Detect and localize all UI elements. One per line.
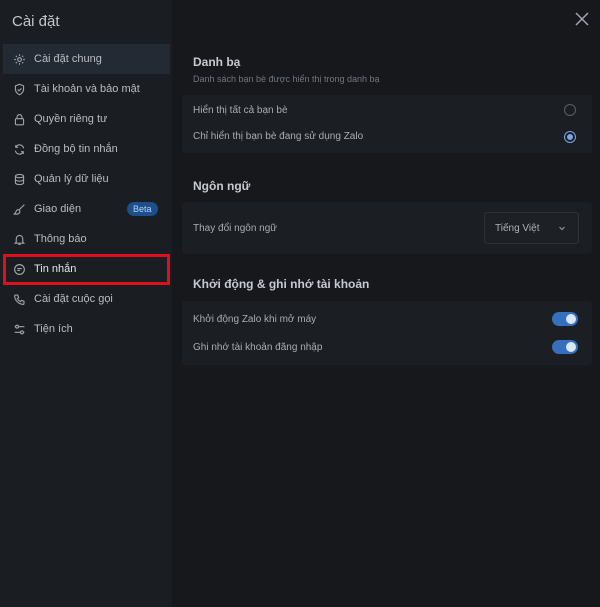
remember-login-toggle[interactable] <box>552 340 578 354</box>
sidebar-item-label: Quản lý dữ liệu <box>34 173 109 185</box>
sidebar-item-notifications[interactable]: Thông báo <box>3 224 170 254</box>
startup-section-title: Khởi động & ghi nhớ tài khoản <box>193 277 370 291</box>
launch-on-startup-label: Khởi động Zalo khi mở máy <box>193 314 317 325</box>
settings-content: Danh bạ Danh sách bạn bè được hiển thị t… <box>172 0 600 607</box>
contacts-section-title: Danh bạ <box>193 55 241 69</box>
remember-login-label: Ghi nhớ tài khoản đăng nhập <box>193 342 323 353</box>
show-all-friends-radio[interactable] <box>564 104 576 116</box>
sidebar-item-general[interactable]: Cài đặt chung <box>3 44 170 74</box>
phone-icon <box>12 292 26 306</box>
sidebar-item-label: Quyền riêng tư <box>34 113 108 125</box>
sidebar-item-data-management[interactable]: Quản lý dữ liệu <box>3 164 170 194</box>
toggle-knob <box>566 314 576 324</box>
show-all-friends-option[interactable]: Hiển thị tất cả bạn bè <box>193 105 288 116</box>
startup-card: Khởi động Zalo khi mở máy Ghi nhớ tài kh… <box>182 301 592 365</box>
chevron-down-icon <box>558 224 566 232</box>
language-select-value: Tiếng Việt <box>495 222 540 234</box>
sidebar-item-label: Thông báo <box>34 233 87 245</box>
sidebar-item-label: Tiện ích <box>34 323 73 335</box>
sidebar-item-label: Tài khoản và bảo mật <box>34 83 140 95</box>
show-zalo-friends-radio[interactable] <box>564 131 576 143</box>
language-card: Thay đổi ngôn ngữ Tiếng Việt <box>182 202 592 254</box>
change-language-label: Thay đổi ngôn ngữ <box>193 223 277 234</box>
contacts-card: Hiển thị tất cả bạn bè Chỉ hiển thị bạn … <box>182 95 592 153</box>
sidebar-item-appearance[interactable]: Giao diện Beta <box>3 194 170 224</box>
sidebar-item-label: Đồng bộ tin nhắn <box>34 143 118 155</box>
bell-icon <box>12 232 26 246</box>
settings-window: Cài đặt Cài đặt chung Tài khoản và bảo m… <box>0 0 600 607</box>
database-icon <box>12 172 26 186</box>
sidebar-item-utilities[interactable]: Tiện ích <box>3 314 170 344</box>
highlight-box <box>3 254 170 285</box>
show-zalo-friends-option[interactable]: Chỉ hiển thị bạn bè đang sử dụng Zalo <box>193 131 363 142</box>
sidebar-item-label: Giao diện <box>34 203 82 215</box>
launch-on-startup-toggle[interactable] <box>552 312 578 326</box>
sliders-icon <box>12 322 26 336</box>
toggle-knob <box>566 342 576 352</box>
sidebar-item-privacy[interactable]: Quyền riêng tư <box>3 104 170 134</box>
gear-icon <box>12 52 26 66</box>
shield-icon <box>12 82 26 96</box>
language-select[interactable]: Tiếng Việt <box>484 212 579 244</box>
sidebar-item-call-settings[interactable]: Cài đặt cuộc gọi <box>3 284 170 314</box>
brush-icon <box>12 202 26 216</box>
sidebar-item-label: Cài đặt cuộc gọi <box>34 293 113 305</box>
sidebar-item-sync-messages[interactable]: Đồng bộ tin nhắn <box>3 134 170 164</box>
sidebar-title: Cài đặt <box>12 13 60 30</box>
sidebar-item-account-security[interactable]: Tài khoản và bảo mật <box>3 74 170 104</box>
sidebar-item-label: Cài đặt chung <box>34 53 102 65</box>
lock-icon <box>12 112 26 126</box>
contacts-section-subtitle: Danh sách bạn bè được hiển thị trong dan… <box>193 74 380 84</box>
beta-badge: Beta <box>127 202 158 216</box>
sync-icon <box>12 142 26 156</box>
settings-sidebar: Cài đặt Cài đặt chung Tài khoản và bảo m… <box>0 0 172 607</box>
language-section-title: Ngôn ngữ <box>193 179 251 193</box>
